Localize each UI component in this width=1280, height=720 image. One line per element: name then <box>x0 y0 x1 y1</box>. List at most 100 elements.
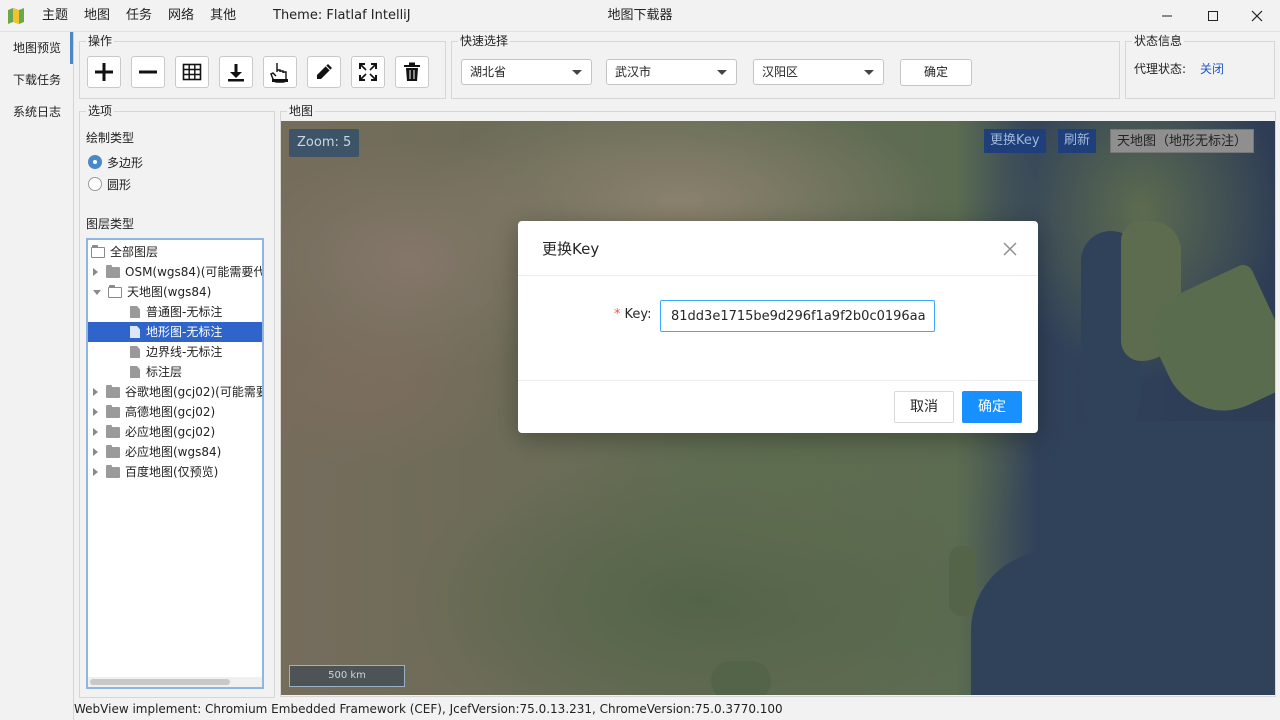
tree-leaf-annotation[interactable]: 标注层 <box>130 362 182 382</box>
grid-button[interactable] <box>175 56 209 88</box>
main-tab-strip: 地图预览 下载任务 系统日志 <box>0 32 74 720</box>
expand-arrow-icon <box>93 448 98 456</box>
menu-other[interactable]: 其他 <box>202 0 244 32</box>
tree-node-bing-wgs84[interactable]: 必应地图(wgs84) <box>93 442 221 462</box>
expand-arrow-icon <box>93 388 98 396</box>
close-icon <box>1251 10 1263 22</box>
radio-polygon[interactable]: 多边形 <box>88 154 143 170</box>
file-icon <box>130 366 140 378</box>
menu-network[interactable]: 网络 <box>160 0 202 32</box>
tree-leaf-normal[interactable]: 普通图-无标注 <box>130 302 222 322</box>
tree-node-label: 百度地图(仅预览) <box>125 465 219 479</box>
add-button[interactable] <box>87 56 121 88</box>
expand-arrow-icon <box>93 268 98 276</box>
key-field-label-text: Key: <box>624 307 652 322</box>
expand-arrow-icon <box>93 408 98 416</box>
tree-leaf-terrain[interactable]: 地形图-无标注 <box>88 322 262 342</box>
operations-title: 操作 <box>86 34 115 48</box>
menu-theme[interactable]: 主题 <box>34 0 76 32</box>
tree-node-label: 普通图-无标注 <box>146 305 223 319</box>
folder-icon <box>106 384 120 398</box>
map-title: 地图 <box>287 104 316 118</box>
hand-pointer-icon <box>270 63 288 83</box>
radio-checked-icon <box>88 155 102 169</box>
tree-root[interactable]: 全部图层 <box>91 242 262 262</box>
remove-icon <box>139 70 157 74</box>
tree-node-label: 边界线-无标注 <box>146 345 223 359</box>
add-icon <box>95 63 113 81</box>
proxy-status-label: 代理状态: <box>1134 62 1187 76</box>
tree-leaf-boundary[interactable]: 边界线-无标注 <box>130 342 222 362</box>
maximize-button[interactable] <box>1190 0 1236 32</box>
chevron-down-icon <box>572 70 582 75</box>
download-icon <box>228 64 244 82</box>
tree-node-osm[interactable]: OSM(wgs84)(可能需要代 <box>93 262 264 282</box>
download-button[interactable] <box>219 56 253 88</box>
tree-node-label: 地形图-无标注 <box>146 325 223 339</box>
menu-task[interactable]: 任务 <box>118 0 160 32</box>
maximize-icon <box>1208 11 1218 21</box>
draw-type-label: 绘制类型 <box>86 131 135 145</box>
tree-node-tianditu[interactable]: 天地图(wgs84) <box>93 282 211 302</box>
required-marker: * <box>614 307 621 322</box>
file-icon <box>130 306 140 318</box>
quick-select-confirm-button[interactable]: 确定 <box>900 59 972 86</box>
tree-node-bing-gcj02[interactable]: 必应地图(gcj02) <box>93 422 215 442</box>
close-window-button[interactable] <box>1234 0 1280 32</box>
fullscreen-button[interactable] <box>351 56 385 88</box>
city-select[interactable]: 武汉市 <box>606 59 737 85</box>
file-icon <box>130 326 140 338</box>
radio-unchecked-icon <box>88 177 102 191</box>
tab-download-tasks[interactable]: 下载任务 <box>0 64 73 96</box>
radio-circle[interactable]: 圆形 <box>88 176 131 192</box>
trash-icon <box>404 62 420 81</box>
status-info-title: 状态信息 <box>1132 34 1185 48</box>
pencil-icon <box>317 64 332 79</box>
tab-map-preview[interactable]: 地图预览 <box>0 32 73 64</box>
layer-tree[interactable]: 全部图层 OSM(wgs84)(可能需要代 天地图(wgs84) 普通图-无标注… <box>86 238 264 689</box>
tree-node-label: 天地图(wgs84) <box>127 285 212 299</box>
hand-pointer-button[interactable] <box>263 56 297 88</box>
scrollbar-thumb[interactable] <box>90 679 230 685</box>
close-icon[interactable] <box>1002 241 1018 257</box>
tree-horizontal-scrollbar[interactable] <box>88 677 262 687</box>
tree-node-label: 全部图层 <box>110 245 159 259</box>
folder-open-icon <box>91 244 105 258</box>
tab-system-log[interactable]: 系统日志 <box>0 96 73 128</box>
district-select[interactable]: 汉阳区 <box>753 59 884 85</box>
folder-icon <box>106 404 120 418</box>
tree-node-google[interactable]: 谷歌地图(gcj02)(可能需要 <box>93 382 262 402</box>
tree-node-label: 高德地图(gcj02) <box>125 405 216 419</box>
province-select[interactable]: 湖北省 <box>461 59 592 85</box>
expand-arrow-icon <box>93 468 98 476</box>
dialog-footer-divider <box>518 380 1038 381</box>
theme-label: Theme: Flatlaf IntelliJ <box>273 8 411 23</box>
scale-bar: 500 km <box>289 665 405 687</box>
zoom-badge: Zoom: 5 <box>289 129 360 157</box>
folder-icon <box>106 444 120 458</box>
menu-map[interactable]: 地图 <box>76 0 118 32</box>
pencil-button[interactable] <box>307 56 341 88</box>
refresh-button[interactable]: 刷新 <box>1058 129 1097 153</box>
tree-node-label: OSM(wgs84)(可能需要代 <box>125 265 264 279</box>
remove-button[interactable] <box>131 56 165 88</box>
change-key-button[interactable]: 更换Key <box>984 129 1046 153</box>
dialog-title: 更换Key <box>542 240 600 258</box>
minimize-button[interactable] <box>1144 0 1190 32</box>
folder-icon <box>106 424 120 438</box>
layer-type-label: 图层类型 <box>86 217 135 231</box>
folder-open-icon <box>108 284 122 298</box>
folder-icon <box>106 264 120 278</box>
delete-button[interactable] <box>395 56 429 88</box>
expand-arrow-icon <box>93 428 98 436</box>
tree-node-baidu[interactable]: 百度地图(仅预览) <box>93 462 218 482</box>
ok-button[interactable]: 确定 <box>962 391 1022 423</box>
title-bar: 主题 地图 任务 网络 其他 Theme: Flatlaf IntelliJ 地… <box>0 0 1280 32</box>
tree-node-amap[interactable]: 高德地图(gcj02) <box>93 402 215 422</box>
key-input[interactable] <box>660 300 935 332</box>
status-bar-text: WebView implement: Chromium Embedded Fra… <box>74 702 783 716</box>
menu-bar: 主题 地图 任务 网络 其他 <box>34 0 244 32</box>
province-value: 湖北省 <box>470 65 507 79</box>
layer-name-label: 天地图（地形无标注） <box>1110 129 1255 153</box>
cancel-button[interactable]: 取消 <box>894 391 954 423</box>
